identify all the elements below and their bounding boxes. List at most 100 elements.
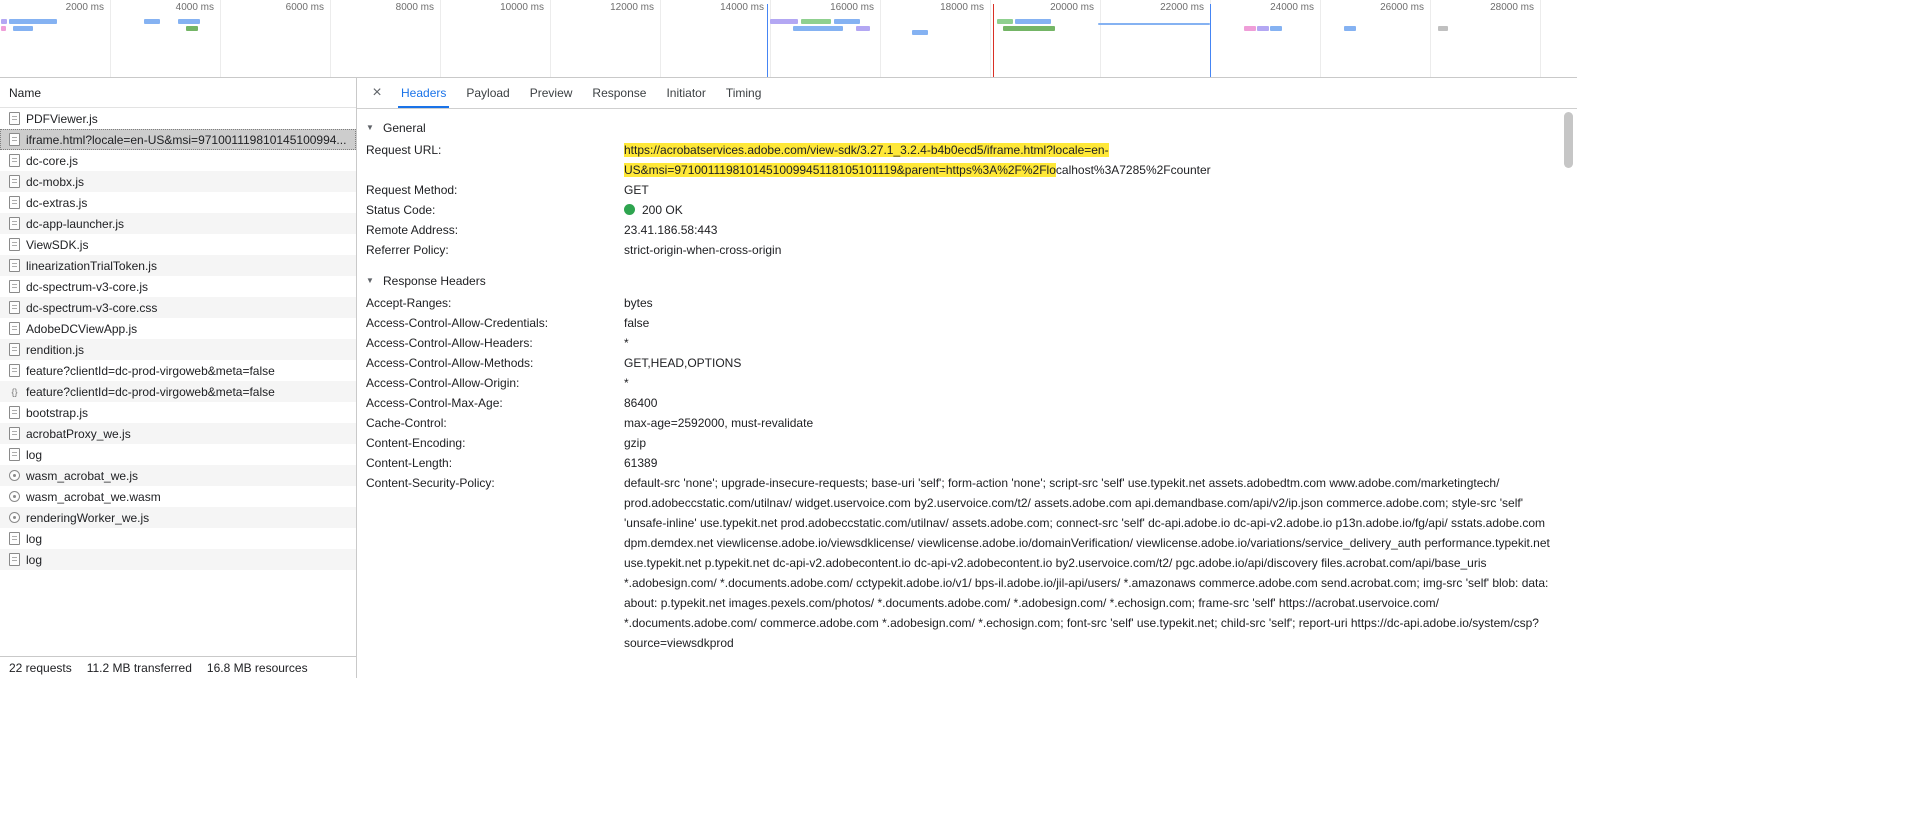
ruler-gridline [220, 0, 221, 77]
timeline-overview[interactable]: 2000 ms 4000 ms 6000 ms 8000 ms 10000 ms 1200… [0, 0, 1577, 78]
request-row[interactable]: rendition.js [0, 339, 356, 360]
ruler-tick-label: 22000 ms [1160, 2, 1204, 13]
waterfall-bar [856, 26, 870, 31]
value-text: 200 OK [642, 203, 683, 217]
request-name: acrobatProxy_we.js [26, 426, 131, 441]
ruler-gridline [330, 0, 331, 77]
header-value: GET [624, 180, 1551, 200]
header-row: Access-Control-Allow-Origin: * [366, 373, 1551, 393]
request-row[interactable]: linearizationTrialToken.js [0, 255, 356, 276]
request-row[interactable]: wasm_acrobat_we.js [0, 465, 356, 486]
request-name: dc-spectrum-v3-core.js [26, 279, 149, 294]
waterfall-bar [770, 19, 798, 24]
header-row: Content-Encoding: gzip [366, 433, 1551, 453]
request-row[interactable]: AdobeDCViewApp.js [0, 318, 356, 339]
header-value: 86400 [624, 393, 1551, 413]
request-name: PDFViewer.js [26, 111, 98, 126]
event-marker-line [767, 4, 768, 77]
tab-timing[interactable]: Timing [716, 78, 772, 108]
header-name: Content-Length: [366, 456, 453, 470]
ruler-gridline [770, 0, 771, 77]
request-row[interactable]: ViewSDK.js [0, 234, 356, 255]
request-row[interactable]: bootstrap.js [0, 402, 356, 423]
request-row[interactable]: feature?clientId=dc-prod-virgoweb&meta=f… [0, 360, 356, 381]
section-header-response-headers[interactable]: ▼ Response Headers [366, 268, 1551, 293]
script-file-icon [9, 154, 20, 167]
ruler-tick-label: 12000 ms [610, 2, 654, 13]
ruler-tick-label: 16000 ms [830, 2, 874, 13]
ruler-tick-label: 20000 ms [1050, 2, 1094, 13]
request-name: dc-extras.js [26, 195, 88, 210]
ruler-tick-label: 24000 ms [1270, 2, 1314, 13]
header-row: Access-Control-Allow-Headers: * [366, 333, 1551, 353]
value-text: default-src 'none'; upgrade-insecure-req… [624, 476, 1550, 650]
ruler-gridline [550, 0, 551, 77]
waterfall-bar [801, 19, 831, 24]
request-name: iframe.html?locale=en-US&msi=97100111981… [26, 132, 347, 147]
close-details-button[interactable]: × [363, 78, 391, 108]
requests-count: 22 requests [9, 660, 72, 675]
section-header-general[interactable]: ▼ General [366, 115, 1551, 140]
disclosure-triangle-icon: ▼ [366, 276, 374, 285]
request-row[interactable]: dc-mobx.js [0, 171, 356, 192]
request-row[interactable]: log [0, 444, 356, 465]
tab-initiator[interactable]: Initiator [656, 78, 715, 108]
request-name: log [26, 531, 43, 546]
request-name: wasm_acrobat_we.wasm [26, 489, 161, 504]
request-row[interactable]: log [0, 549, 356, 570]
page: { "colors": { "accent": "#1a73e8", "sear… [0, 0, 1908, 823]
waterfall-bar [1244, 26, 1256, 31]
tab-bar: × Headers Payload Preview Response Initiator… [357, 78, 1577, 109]
tab-headers[interactable]: Headers [391, 78, 456, 108]
tab-response[interactable]: Response [582, 78, 656, 108]
request-row[interactable]: wasm_acrobat_we.wasm [0, 486, 356, 507]
network-sidebar: Name PDFViewer.js iframe.html?locale=en-U… [0, 78, 357, 678]
name-column-header[interactable]: Name [0, 78, 356, 108]
request-row[interactable]: acrobatProxy_we.js [0, 423, 356, 444]
scrollbar-thumb[interactable] [1564, 112, 1573, 168]
request-row[interactable]: log [0, 528, 356, 549]
sidebar-filler [0, 570, 356, 656]
request-row[interactable]: dc-core.js [0, 150, 356, 171]
waterfall-bar [997, 19, 1013, 24]
worker-file-icon [9, 469, 20, 482]
header-value: 200 OK [624, 200, 1551, 220]
header-row: Access-Control-Max-Age: 86400 [366, 393, 1551, 413]
request-row[interactable]: dc-spectrum-v3-core.js [0, 276, 356, 297]
script-file-icon [9, 343, 20, 356]
header-value: strict-origin-when-cross-origin [624, 240, 1551, 260]
request-row[interactable]: iframe.html?locale=en-US&msi=97100111981… [0, 129, 356, 150]
ruler-gridline [1320, 0, 1321, 77]
waterfall-bar [1, 26, 6, 31]
stylesheet-file-icon [9, 301, 20, 314]
script-file-icon [9, 196, 20, 209]
request-name: dc-mobx.js [26, 174, 85, 189]
header-name: Access-Control-Allow-Headers: [366, 336, 533, 350]
request-row[interactable]: renderingWorker_we.js [0, 507, 356, 528]
details-scrollbar[interactable] [1560, 110, 1577, 678]
waterfall-bar [834, 19, 860, 24]
header-row: Content-Length: 61389 [366, 453, 1551, 473]
request-details-pane: × Headers Payload Preview Response Initiator… [357, 78, 1577, 678]
document-file-icon [9, 532, 20, 545]
ruler-gridline [1430, 0, 1431, 77]
request-row[interactable]: {} feature?clientId=dc-prod-virgoweb&meta… [0, 381, 356, 402]
tab-strip: Headers Payload Preview Response Initiator Ti… [391, 78, 771, 108]
transferred-size: 11.2 MB transferred [86, 660, 192, 675]
request-name: dc-spectrum-v3-core.css [26, 300, 158, 315]
header-row: Status Code: 200 OK [366, 200, 1551, 220]
ruler-tick-label: 18000 ms [940, 2, 984, 13]
request-name: log [26, 552, 43, 567]
section-general: ▼ General Request URL: https://acrobatservi… [366, 115, 1551, 260]
ruler-gridline [1100, 0, 1101, 77]
header-value: * [624, 333, 1551, 353]
request-row[interactable]: PDFViewer.js [0, 108, 356, 129]
tab-payload[interactable]: Payload [456, 78, 519, 108]
header-name: Cache-Control: [366, 416, 447, 430]
request-row[interactable]: dc-extras.js [0, 192, 356, 213]
waterfall-bar [186, 26, 198, 31]
request-row[interactable]: dc-app-launcher.js [0, 213, 356, 234]
header-name: Content-Security-Policy: [366, 476, 495, 490]
tab-preview[interactable]: Preview [520, 78, 583, 108]
request-row[interactable]: dc-spectrum-v3-core.css [0, 297, 356, 318]
